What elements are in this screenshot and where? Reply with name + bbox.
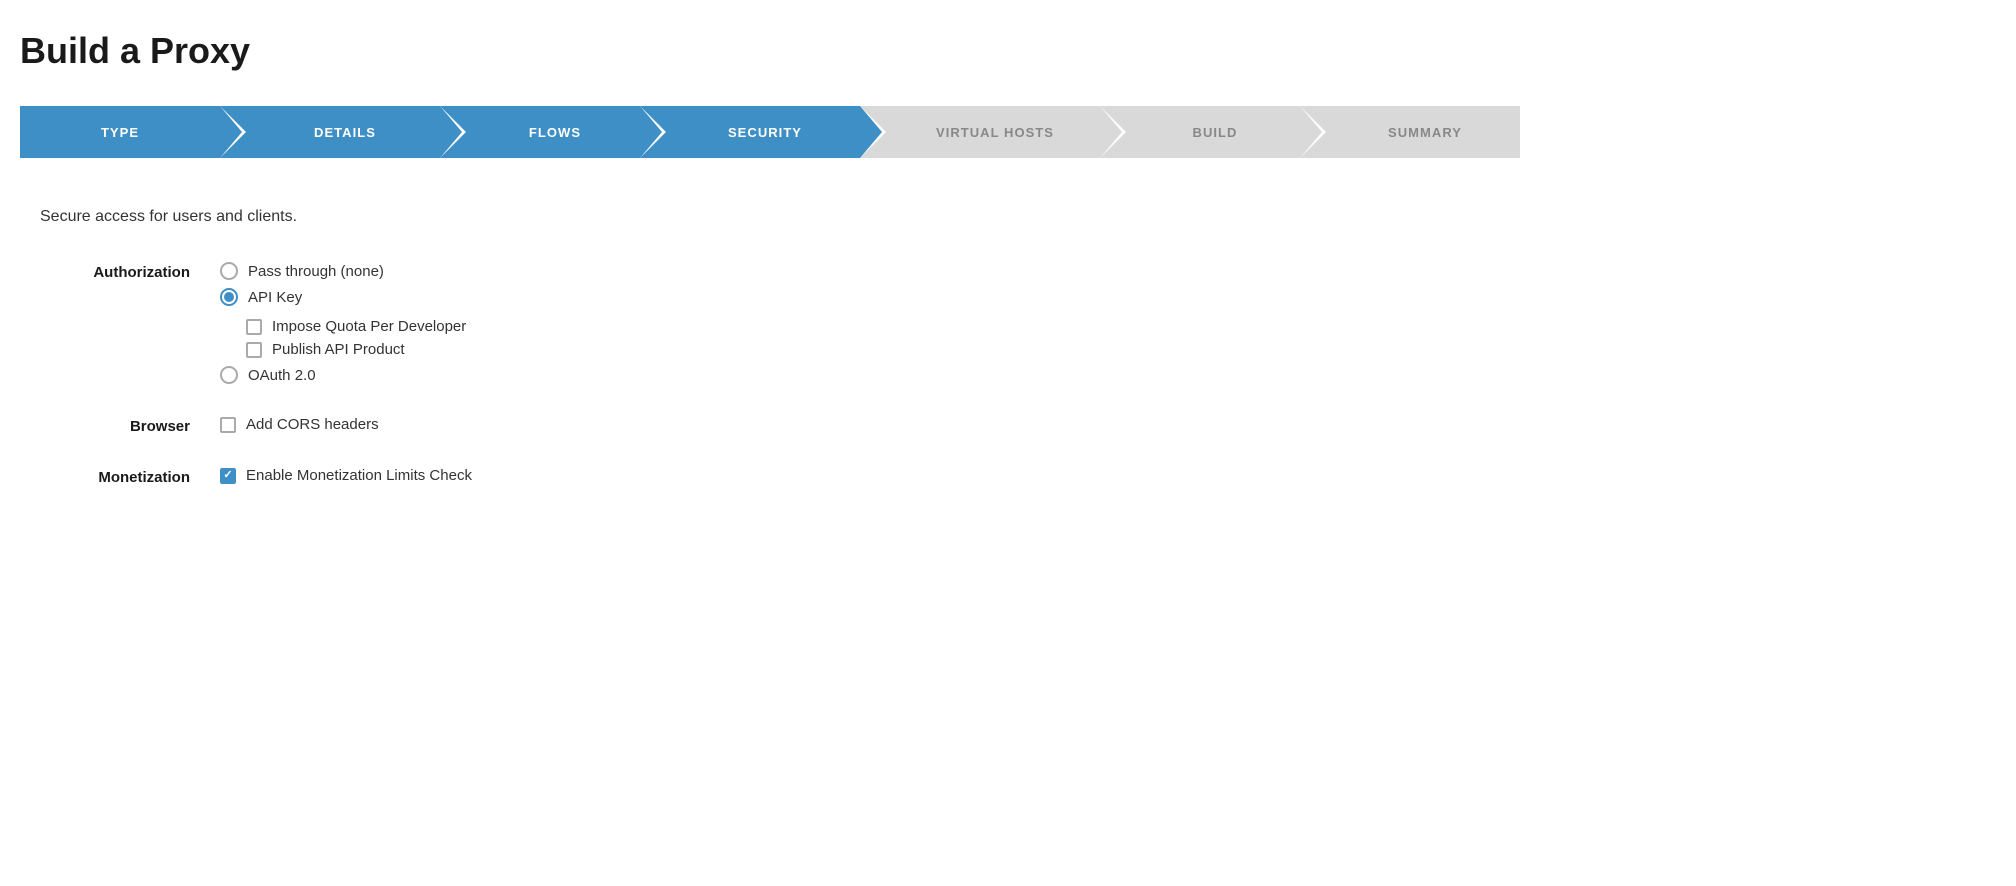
checkbox-enable-monetization[interactable]: Enable Monetization Limits Check bbox=[220, 467, 472, 484]
api-key-sub-options: Impose Quota Per Developer Publish API P… bbox=[246, 318, 466, 358]
step-details[interactable]: DETAILS bbox=[220, 106, 440, 158]
step-virtual-hosts[interactable]: VIRTUAL HOSTS bbox=[860, 106, 1100, 158]
monetization-section: Monetization Enable Monetization Limits … bbox=[40, 467, 1976, 486]
browser-section: Browser Add CORS headers bbox=[40, 416, 1976, 435]
monetization-options: Enable Monetization Limits Check bbox=[220, 467, 472, 484]
section-description: Secure access for users and clients. bbox=[40, 208, 1976, 226]
radio-oauth[interactable]: OAuth 2.0 bbox=[220, 366, 466, 384]
monetization-label: Monetization bbox=[40, 467, 220, 486]
authorization-label: Authorization bbox=[40, 262, 220, 281]
radio-oauth-circle bbox=[220, 366, 238, 384]
step-summary[interactable]: SUMMARY bbox=[1300, 106, 1520, 158]
checkbox-cors-label: Add CORS headers bbox=[246, 416, 379, 433]
checkbox-publish-api-box bbox=[246, 342, 262, 358]
step-flows[interactable]: FLOWS bbox=[440, 106, 640, 158]
page-title: Build a Proxy bbox=[20, 20, 1996, 82]
checkbox-enable-monetization-box bbox=[220, 468, 236, 484]
checkbox-impose-quota-box bbox=[246, 319, 262, 335]
step-security[interactable]: SECURITY bbox=[640, 106, 860, 158]
browser-label: Browser bbox=[40, 416, 220, 435]
checkbox-publish-api[interactable]: Publish API Product bbox=[246, 341, 466, 358]
radio-oauth-label: OAuth 2.0 bbox=[248, 367, 316, 384]
radio-pass-through-circle bbox=[220, 262, 238, 280]
checkbox-cors[interactable]: Add CORS headers bbox=[220, 416, 379, 433]
checkbox-cors-box bbox=[220, 417, 236, 433]
authorization-options: Pass through (none) API Key Impose Quota… bbox=[220, 262, 466, 384]
radio-api-key-label: API Key bbox=[248, 289, 302, 306]
radio-pass-through[interactable]: Pass through (none) bbox=[220, 262, 466, 280]
authorization-section: Authorization Pass through (none) API Ke… bbox=[40, 262, 1976, 384]
checkbox-impose-quota[interactable]: Impose Quota Per Developer bbox=[246, 318, 466, 335]
radio-api-key[interactable]: API Key bbox=[220, 288, 466, 306]
checkbox-impose-quota-label: Impose Quota Per Developer bbox=[272, 318, 466, 335]
browser-options: Add CORS headers bbox=[220, 416, 379, 433]
checkbox-publish-api-label: Publish API Product bbox=[272, 341, 405, 358]
radio-api-key-circle bbox=[220, 288, 238, 306]
content-area: Secure access for users and clients. Aut… bbox=[20, 198, 1996, 528]
checkbox-enable-monetization-label: Enable Monetization Limits Check bbox=[246, 467, 472, 484]
step-type[interactable]: TYPE bbox=[20, 106, 220, 158]
radio-pass-through-label: Pass through (none) bbox=[248, 263, 384, 280]
step-build[interactable]: BUILD bbox=[1100, 106, 1300, 158]
wizard-steps: TYPE DETAILS FLOWS SECURITY VIRTUAL HOST… bbox=[20, 106, 1996, 158]
